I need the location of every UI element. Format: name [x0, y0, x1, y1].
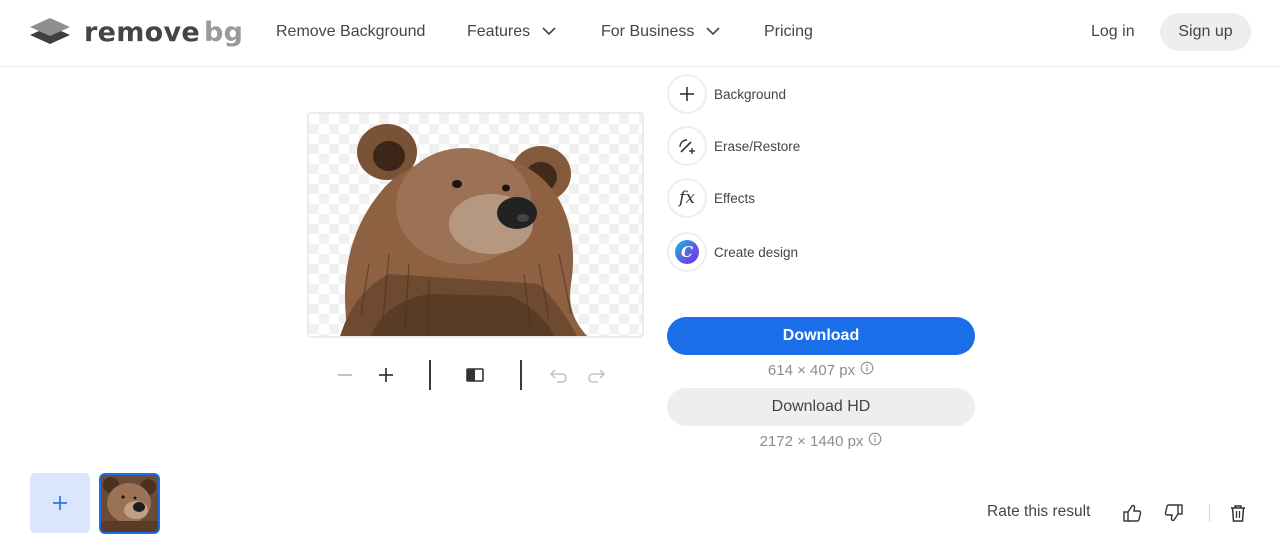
- canva-icon: C: [675, 240, 699, 264]
- undo-button[interactable]: [547, 364, 569, 386]
- minus-icon: [338, 374, 352, 376]
- image-preview[interactable]: [307, 112, 644, 338]
- tool-circle: C: [667, 232, 707, 272]
- zoom-out-button[interactable]: [334, 364, 356, 386]
- redo-button[interactable]: [586, 364, 608, 386]
- plus-icon: [680, 87, 694, 101]
- image-thumbnail[interactable]: [99, 473, 160, 534]
- info-icon[interactable]: [860, 361, 874, 379]
- thumbs-down-icon: [1164, 504, 1183, 522]
- top-navigation-bar: remove bg Remove Background Features For …: [0, 0, 1280, 67]
- compare-button[interactable]: [464, 364, 486, 386]
- download-hd-size-text: 2172 × 1440 px: [759, 432, 864, 450]
- chevron-down-icon: [542, 23, 556, 41]
- remove-bg-logo[interactable]: remove bg: [30, 14, 243, 50]
- toolbar-divider: [429, 360, 431, 390]
- login-link[interactable]: Log in: [1091, 20, 1135, 44]
- redo-icon: [588, 369, 606, 383]
- tool-circle: [667, 74, 707, 114]
- tool-effects[interactable]: fx Effects: [667, 178, 755, 218]
- info-icon[interactable]: [868, 432, 882, 450]
- compare-icon: [466, 368, 484, 382]
- tool-circle: fx: [667, 178, 707, 218]
- thumbs-up-button[interactable]: [1121, 502, 1143, 524]
- download-hd-button[interactable]: Download HD: [667, 388, 975, 426]
- thumbs-down-button[interactable]: [1163, 502, 1185, 524]
- download-size-text: 614 × 407 px: [767, 361, 856, 379]
- nav-features[interactable]: Features: [467, 20, 556, 44]
- chevron-down-icon: [706, 23, 720, 41]
- nav-remove-background[interactable]: Remove Background: [276, 20, 425, 44]
- trash-icon: [1231, 505, 1245, 522]
- tool-label: Create design: [714, 244, 799, 260]
- tool-erase-restore[interactable]: Erase/Restore: [667, 126, 800, 166]
- signup-button[interactable]: Sign up: [1160, 13, 1251, 51]
- download-size-info: 614 × 407 px: [667, 361, 975, 379]
- tool-circle: [667, 126, 707, 166]
- tool-label: Background: [714, 86, 787, 102]
- canva-glyph: C: [681, 243, 693, 261]
- fx-icon: fx: [679, 188, 695, 208]
- tool-background[interactable]: Background: [667, 74, 786, 114]
- add-image-button[interactable]: [30, 473, 90, 533]
- download-button[interactable]: Download: [667, 317, 975, 355]
- bear-cutout-image: [340, 124, 588, 336]
- zoom-in-button[interactable]: [375, 364, 397, 386]
- rating-divider: [1209, 504, 1210, 522]
- plus-icon: [379, 368, 393, 382]
- nav-pricing[interactable]: Pricing: [764, 20, 813, 44]
- tool-label: Erase/Restore: [714, 138, 801, 154]
- tool-label: Effects: [714, 190, 756, 206]
- toolbar-divider: [520, 360, 522, 390]
- layers-logo-icon: [30, 18, 70, 44]
- magic-brush-icon: [679, 139, 695, 154]
- plus-icon: [53, 496, 67, 510]
- logo-wordmark: remove bg: [84, 16, 244, 48]
- nav-for-business[interactable]: For Business: [601, 20, 720, 44]
- rate-result-label: Rate this result: [987, 503, 1091, 520]
- tool-create-design[interactable]: C Create design: [667, 232, 798, 272]
- undo-icon: [549, 369, 567, 383]
- delete-button[interactable]: [1227, 502, 1249, 524]
- download-hd-size-info: 2172 × 1440 px: [667, 432, 975, 450]
- thumbs-up-icon: [1123, 504, 1142, 522]
- preview-toolbar: [333, 358, 623, 392]
- bear-thumbnail-image: [101, 475, 158, 532]
